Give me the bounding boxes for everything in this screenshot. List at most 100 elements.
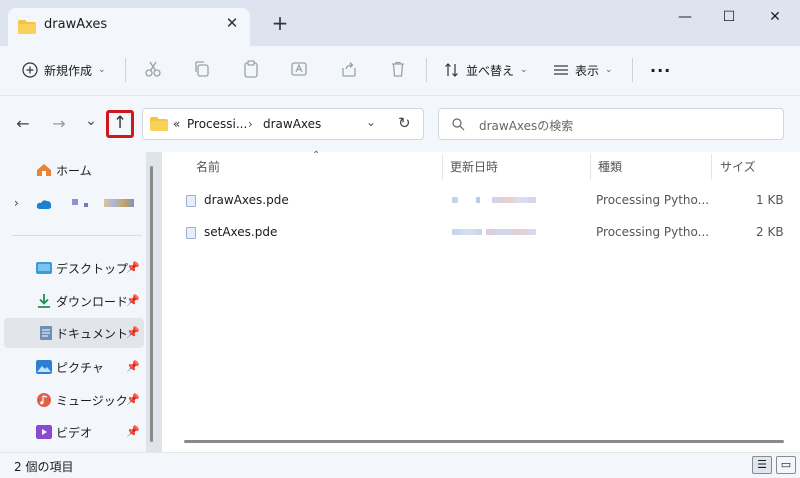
sidebar-item-music[interactable]: ミュージック 📌 [8,385,144,415]
column-header-modified[interactable]: 更新日時 [450,158,498,178]
blurred-date [452,229,482,235]
forward-button[interactable]: → [48,113,70,135]
sidebar-item-label: ダウンロード [56,294,129,309]
blurred-date [452,197,458,203]
breadcrumb-overflow[interactable]: « [173,117,180,131]
table-row[interactable]: setAxes.pde Processing Pytho... 2 KB [170,217,790,247]
onedrive-icon [36,200,52,209]
sidebar-item-home[interactable]: ホーム [8,155,144,185]
file-icon [186,227,196,239]
pin-icon: 📌 [126,294,140,307]
item-count: 2 個の項目 [14,460,74,474]
refresh-icon[interactable]: ↻ [398,114,411,132]
documents-icon [40,326,52,340]
column-header-size[interactable]: サイズ [720,158,756,178]
file-type: Processing Pytho... [596,193,710,207]
chevron-down-icon: ⌄ [98,65,106,75]
sidebar-scrollbar[interactable] [150,166,153,442]
more-options-button[interactable]: ··· [650,58,671,82]
blurred-date [486,229,536,235]
sidebar-item-onedrive[interactable] [8,188,144,218]
sidebar-item-videos[interactable]: ビデオ 📌 [8,417,144,447]
blurred-account-name [72,199,78,205]
large-icons-view-button[interactable]: ▭ [776,456,796,474]
toolbar-divider [125,58,126,82]
rename-icon[interactable] [290,60,308,78]
column-divider[interactable] [590,154,591,180]
chevron-down-icon: ⌄ [520,65,528,75]
pin-icon: 📌 [126,360,140,373]
pin-icon: 📌 [126,425,140,438]
sidebar-item-label: ドキュメント [56,326,129,341]
close-tab-icon[interactable]: ✕ [224,15,240,31]
download-icon [38,294,50,308]
blurred-account-name [104,199,134,207]
sidebar-item-downloads[interactable]: ダウンロード 📌 [8,286,144,316]
blurred-date [476,197,480,203]
sidebar-item-documents[interactable]: ドキュメント 📌 [4,318,144,348]
new-button[interactable]: 新規作成 ⌄ [22,58,106,82]
view-button[interactable]: 表示 ⌄ [553,58,613,82]
share-icon[interactable] [340,60,358,78]
column-divider[interactable] [442,154,443,180]
desktop-icon [36,262,52,274]
sort-icon [445,63,458,77]
sidebar-item-label: ホーム [56,163,92,178]
chevron-down-icon[interactable]: ⌄ [366,115,376,129]
horizontal-scrollbar[interactable] [184,440,784,443]
sidebar-item-pictures[interactable]: ピクチャ 📌 [8,352,144,382]
home-icon [37,164,51,176]
close-window-button[interactable]: ✕ [752,6,798,28]
cut-icon[interactable] [144,60,162,78]
add-circle-icon [22,62,38,78]
chevron-down-icon: ⌄ [605,65,613,75]
delete-icon[interactable] [389,60,407,78]
status-bar [0,452,800,478]
view-button-label: 表示 [575,63,600,78]
column-header-type[interactable]: 種類 [598,158,622,178]
toolbar-divider [632,58,633,82]
search-icon [452,118,465,131]
new-button-label: 新規作成 [44,63,93,78]
file-icon [186,195,196,207]
view-list-icon [554,65,568,75]
minimize-button[interactable]: — [662,6,708,28]
column-divider[interactable] [711,154,712,180]
table-row[interactable]: drawAxes.pde Processing Pytho... 1 KB [170,185,790,215]
sidebar-item-label: デスクトップ [56,261,129,276]
up-button[interactable]: ↑ [106,110,134,138]
folder-icon [150,117,168,131]
new-tab-button[interactable]: + [270,13,290,33]
breadcrumb-separator: › [248,117,253,131]
sort-button[interactable]: 並べ替え ⌄ [444,58,528,82]
breadcrumb-segment[interactable]: drawAxes [263,117,321,131]
back-button[interactable]: ← [12,113,34,135]
folder-icon [18,20,36,34]
sidebar-item-label: ミュージック [56,393,128,408]
details-view-button[interactable]: ☰ [752,456,772,474]
pin-icon: 📌 [126,393,140,406]
recent-locations-button[interactable]: ⌄ [80,113,102,135]
breadcrumb-segment[interactable]: Processi... [187,117,247,131]
blurred-account-name [84,203,88,207]
pictures-icon [36,360,52,374]
file-name: setAxes.pde [204,225,278,239]
sidebar-divider [12,235,142,236]
file-size: 2 KB [756,225,784,239]
file-size: 1 KB [756,193,784,207]
copy-icon[interactable] [193,60,211,78]
pin-icon: 📌 [126,326,140,339]
sort-ascending-icon: ⌃ [312,150,321,161]
sort-button-label: 並べ替え [466,63,515,78]
toolbar-divider [426,58,427,82]
paste-icon[interactable] [242,60,260,78]
sidebar-item-label: ビデオ [56,425,93,440]
pin-icon: 📌 [126,261,140,274]
column-header-name[interactable]: 名前 [196,158,220,178]
videos-icon [36,425,52,439]
sidebar-item-desktop[interactable]: デスクトップ 📌 [8,253,144,283]
search-input[interactable]: drawAxesの検索 [479,117,573,134]
maximize-button[interactable]: ☐ [706,6,752,28]
file-name: drawAxes.pde [204,193,289,207]
file-type: Processing Pytho... [596,225,710,239]
